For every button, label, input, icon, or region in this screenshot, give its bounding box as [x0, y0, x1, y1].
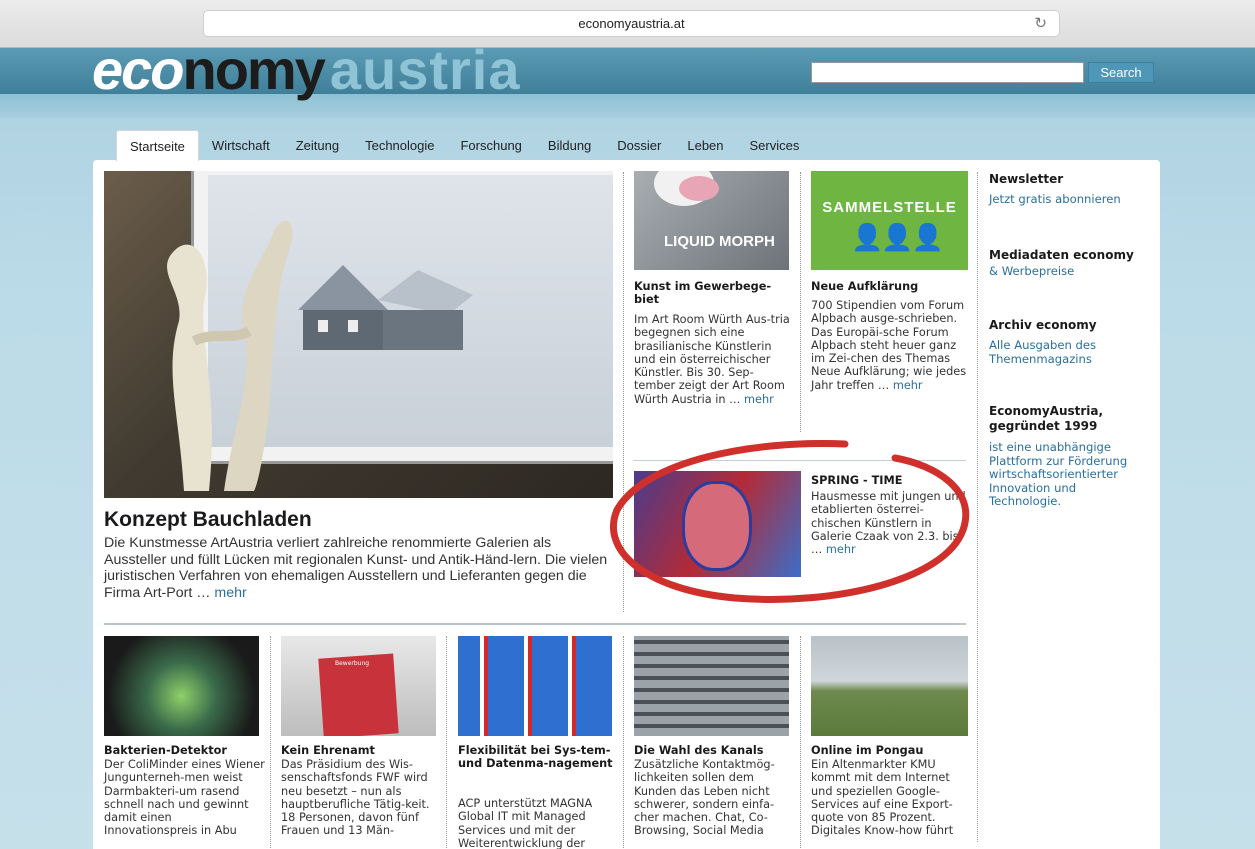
article-more-link[interactable]: mehr	[893, 379, 923, 392]
article-text: Zusätzliche Kontaktmög-lichkeiten sollen…	[634, 758, 775, 838]
article-text: Das Präsidium des Wis-senschaftsfonds FW…	[281, 758, 430, 838]
search-input[interactable]	[811, 62, 1084, 83]
address-bar[interactable]: economyaustria.at ↻	[203, 10, 1060, 37]
sculpture	[167, 220, 293, 491]
article-title[interactable]: Kunst im Gewerbege-biet	[634, 280, 789, 306]
article-text: 700 Stipendien vom Forum Alpbach ausge-s…	[811, 299, 967, 392]
tab-services[interactable]: Services	[737, 130, 813, 160]
article-image-caption: LIQUID MORPH	[664, 233, 775, 250]
media-link[interactable]: & Werbepreise	[989, 264, 1074, 279]
about-text[interactable]: ist eine unabhängige Plattform zur Förde…	[989, 440, 1139, 509]
tab-leben[interactable]: Leben	[674, 130, 736, 160]
article-text: ACP unterstützt MAGNA Global IT mit Mana…	[458, 797, 593, 849]
sidebar-newsletter-title: Newsletter	[989, 172, 1064, 186]
article-image[interactable]	[634, 636, 789, 736]
tab-dossier[interactable]: Dossier	[604, 130, 674, 160]
article-text: Der ColiMinder eines Wiener Jungunterneh…	[104, 758, 265, 838]
article-teaser: Im Art Room Würth Aus-tria begegnen sich…	[634, 313, 792, 406]
article-teaser: Hausmesse mit jungen und etablierten öst…	[811, 490, 971, 556]
article-image[interactable]	[811, 636, 968, 736]
divider	[623, 172, 624, 612]
section-divider	[104, 623, 966, 625]
tab-forschung[interactable]: Forschung	[447, 130, 534, 160]
article-title[interactable]: Flexibilität bei Sys-tem- und Datenma-na…	[458, 744, 618, 770]
hero-more-link[interactable]: mehr	[214, 585, 246, 601]
house-drawing	[298, 265, 473, 350]
folder-label: Bewerbung	[335, 660, 370, 667]
hero-title[interactable]: Konzept Bauchladen	[104, 508, 312, 532]
article-image-detail	[679, 176, 719, 201]
article-title[interactable]: Bakterien-Detektor	[104, 744, 264, 757]
search-button[interactable]: Search	[1088, 62, 1154, 83]
article-image[interactable]	[104, 636, 259, 736]
people-icon: 👤👤👤	[851, 223, 944, 253]
tab-technologie[interactable]: Technologie	[352, 130, 447, 160]
tab-zeitung[interactable]: Zeitung	[283, 130, 352, 160]
hero-teaser: Die Kunstmesse ArtAustria verliert zahlr…	[104, 535, 616, 601]
divider	[977, 172, 978, 842]
article-more-link[interactable]: mehr	[826, 543, 856, 556]
tab-startseite[interactable]: Startseite	[116, 130, 199, 161]
article-image[interactable]	[458, 636, 613, 736]
divider	[446, 636, 447, 849]
hero-text: Die Kunstmesse ArtAustria verliert zahlr…	[104, 535, 608, 601]
article-teaser: 700 Stipendien vom Forum Alpbach ausge-s…	[811, 299, 971, 392]
divider	[800, 172, 801, 432]
newsletter-link[interactable]: Jetzt gratis abonnieren	[989, 192, 1121, 207]
article-text: Ein Altenmarkter KMU kommt mit dem Inter…	[811, 758, 954, 838]
article-title[interactable]: Neue Aufklärung	[811, 280, 968, 293]
reload-icon[interactable]: ↻	[1034, 11, 1047, 37]
sidebar-archive-title: Archiv economy	[989, 318, 1097, 332]
divider	[800, 636, 801, 849]
logo-part-austria: austria	[329, 38, 521, 101]
main-nav: Startseite Wirtschaft Zeitung Technologi…	[116, 130, 813, 161]
article-image[interactable]	[634, 471, 801, 577]
tab-wirtschaft[interactable]: Wirtschaft	[199, 130, 283, 160]
hero-image[interactable]	[104, 171, 613, 498]
article-title[interactable]: Die Wahl des Kanals	[634, 744, 794, 757]
article-more-link[interactable]: mehr	[744, 393, 774, 406]
archive-link[interactable]: Alle Ausgaben des Themenmagazins	[989, 338, 1119, 366]
divider	[270, 636, 271, 849]
article-title[interactable]: SPRING - TIME	[811, 474, 971, 487]
painted-face	[682, 481, 752, 571]
divider	[623, 636, 624, 849]
sidebar-media-title: Mediadaten economy	[989, 248, 1134, 262]
article-title[interactable]: Online im Pongau	[811, 744, 971, 757]
site-logo[interactable]: economy austria	[92, 42, 521, 98]
article-image-caption: SAMMELSTELLE	[822, 199, 957, 216]
article-title[interactable]: Kein Ehrenamt	[281, 744, 441, 757]
article-image[interactable]: Bewerbung	[281, 636, 436, 736]
logo-part-eco: eco	[92, 38, 184, 101]
article-image[interactable]: SAMMELSTELLE 👤👤👤	[811, 171, 968, 270]
sidebar-about-title: EconomyAustria, gegründet 1999	[989, 404, 1104, 433]
url-text: economyaustria.at	[578, 16, 685, 31]
divider	[633, 460, 966, 461]
article-image[interactable]: LIQUID MORPH	[634, 171, 789, 270]
logo-part-nomy: nomy	[182, 38, 326, 101]
tab-bildung[interactable]: Bildung	[535, 130, 604, 160]
